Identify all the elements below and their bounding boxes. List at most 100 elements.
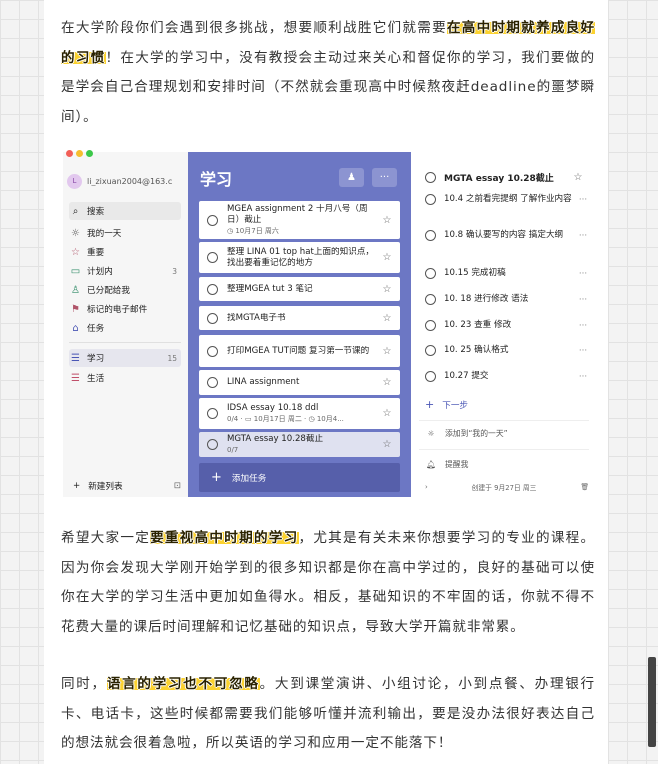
task-item[interactable]: IDSA essay 10.18 ddl 0/4 · ▭ 10月17日 周二 · … xyxy=(199,398,400,429)
task-item[interactable]: 整理MGEA tut 3 笔记 ☆ xyxy=(199,277,400,301)
checkbox-circle[interactable] xyxy=(425,371,436,382)
checkbox-circle[interactable] xyxy=(425,268,436,279)
sidebar-item-assigned[interactable]: ♙ 已分配给我 xyxy=(69,281,181,299)
checkbox-circle[interactable] xyxy=(425,320,436,331)
step-item[interactable]: 10. 18 进行修改 语法 ··· xyxy=(419,294,591,305)
star-icon[interactable]: ☆ xyxy=(380,252,394,263)
sun-icon: ☼ xyxy=(427,429,435,438)
more-icon[interactable]: ··· xyxy=(575,295,591,305)
checkbox-circle[interactable] xyxy=(425,194,436,205)
page-scrollbar[interactable] xyxy=(648,657,656,747)
new-list-button[interactable]: + 新建列表 ⊡ xyxy=(73,480,181,492)
more-icon[interactable]: ··· xyxy=(575,269,591,279)
home-icon: ⌂ xyxy=(72,322,79,334)
checkbox-circle[interactable] xyxy=(207,345,218,357)
divider xyxy=(419,449,589,450)
next-step-button[interactable]: + 下一步 xyxy=(425,398,468,411)
person-icon: ♙ xyxy=(71,284,80,296)
checkbox-circle[interactable] xyxy=(425,345,436,356)
sidebar-item-flagged[interactable]: ⚑ 标记的电子邮件 xyxy=(69,300,181,318)
checkbox-circle[interactable] xyxy=(207,252,218,263)
checkbox-circle[interactable] xyxy=(207,312,218,324)
share-icon[interactable]: ♟ xyxy=(339,168,364,187)
step-item[interactable]: 10.4 之前看完提纲 了解作业内容 ··· xyxy=(419,194,591,205)
more-icon[interactable]: ··· xyxy=(575,231,591,241)
step-item[interactable]: 10.8 确认要写的内容 搞定大纲 ··· xyxy=(419,230,591,241)
bell-icon: 🔔︎ xyxy=(426,460,436,469)
plus-icon: + xyxy=(73,481,81,491)
sun-icon: ☼ xyxy=(71,227,80,239)
search-box[interactable]: ⌕ 搜索 xyxy=(69,202,181,220)
task-item[interactable]: 打印MGEA TUT问题 复习第一节课的 ☆ xyxy=(199,335,400,367)
window-controls[interactable] xyxy=(66,150,96,160)
more-icon[interactable]: ··· xyxy=(372,168,397,187)
highlight-2: 要重视高中时期的学习 xyxy=(150,530,299,546)
star-icon[interactable]: ☆ xyxy=(380,377,394,388)
add-task-button[interactable]: + 添加任务 xyxy=(199,463,400,492)
sidebar-list-life[interactable]: ☰ 生活 xyxy=(69,369,181,387)
sidebar-item-important[interactable]: ☆ 重要 xyxy=(69,243,181,261)
checkbox-circle[interactable] xyxy=(425,172,436,183)
checkbox-circle[interactable] xyxy=(207,377,218,388)
star-icon[interactable]: ☆ xyxy=(380,313,394,324)
close-dot[interactable] xyxy=(66,150,73,157)
checkbox-circle[interactable] xyxy=(207,214,218,226)
divider xyxy=(419,420,589,421)
checkbox-circle[interactable] xyxy=(425,230,436,241)
more-icon[interactable]: ··· xyxy=(575,346,591,356)
account-name: li_zixuan2004@163.c xyxy=(87,176,173,186)
more-icon[interactable]: ··· xyxy=(575,321,591,331)
remind-me-button[interactable]: 🔔︎ 提醒我 xyxy=(425,459,468,470)
divider xyxy=(69,342,181,343)
detail-footer: › 创建于 9月27日 周三 🗑︎ xyxy=(425,483,589,492)
detail-title[interactable]: MGTA essay 10.28截止 ☆ xyxy=(419,171,591,184)
checkbox-circle[interactable] xyxy=(207,408,218,419)
new-group-icon[interactable]: ⊡ xyxy=(174,481,181,491)
task-item[interactable]: LINA assignment ☆ xyxy=(199,370,400,395)
calendar-icon: ▭ xyxy=(70,265,81,277)
step-item[interactable]: 10.15 完成初稿 ··· xyxy=(419,268,591,279)
task-item[interactable]: 整理 LINA 01 top hat上面的知识点，找出要着重记忆的地方 ☆ xyxy=(199,242,400,273)
flag-icon: ⚑ xyxy=(71,303,80,315)
list-icon: ☰ xyxy=(71,372,80,384)
list-title: 学习 xyxy=(200,170,233,189)
task-item[interactable]: 找MGTA电子书 ☆ xyxy=(199,306,400,330)
list-icon: ☰ xyxy=(71,352,80,364)
checkbox-circle[interactable] xyxy=(425,294,436,305)
maximize-dot[interactable] xyxy=(86,150,93,157)
star-icon: ☆ xyxy=(71,246,80,258)
add-to-my-day-button[interactable]: ☼ 添加到“我的一天” xyxy=(425,428,508,439)
search-icon: ⌕ xyxy=(72,205,79,217)
sidebar-item-planned[interactable]: ▭ 计划内 3 xyxy=(69,262,181,280)
star-icon[interactable]: ☆ xyxy=(380,215,394,226)
task-item[interactable]: MGEA assignment 2 十月八号（周日）截止 ◷ 10月7日 周六 ☆ xyxy=(199,201,400,239)
star-icon[interactable]: ☆ xyxy=(380,284,394,295)
sidebar: L li_zixuan2004@163.c ⌕ 搜索 ☼ 我的一天 ☆ 重要 ▭ 计划内… xyxy=(63,150,188,497)
todo-app-screenshot: L li_zixuan2004@163.c ⌕ 搜索 ☼ 我的一天 ☆ 重要 ▭ 计划内… xyxy=(63,150,596,497)
sidebar-item-my-day[interactable]: ☼ 我的一天 xyxy=(69,224,181,242)
checkbox-circle[interactable] xyxy=(207,283,218,295)
star-icon[interactable]: ☆ xyxy=(380,439,394,450)
paragraph-2: 希望大家一定要重视高中时期的学习，尤其是有关未来你想要学习的专业的课程。因为你会… xyxy=(61,530,596,635)
account[interactable]: L li_zixuan2004@163.c xyxy=(67,172,187,190)
minimize-dot[interactable] xyxy=(76,150,83,157)
trash-icon[interactable]: 🗑︎ xyxy=(580,483,589,491)
paragraph-1: 在大学阶段你们会遇到很多挑战，想要顺利战胜它们就需要在高中时期就养成良好的习惯！… xyxy=(61,20,596,125)
task-detail-panel: MGTA essay 10.28截止 ☆ 10.4 之前看完提纲 了解作业内容 ··… xyxy=(411,152,596,497)
sidebar-list-study[interactable]: ☰ 学习 15 xyxy=(69,349,181,367)
paragraph-3: 同时，语言的学习也不可忽略。大到课堂演讲、小组讨论，小到点餐、办理银行卡、电话卡… xyxy=(61,676,595,751)
plus-icon: + xyxy=(425,398,435,411)
more-icon[interactable]: ··· xyxy=(575,195,591,205)
step-item[interactable]: 10.27 提交 ··· xyxy=(419,371,591,382)
star-icon[interactable]: ☆ xyxy=(380,408,394,419)
task-item-selected[interactable]: MGTA essay 10.28截止 0/7 ☆ xyxy=(199,432,400,457)
star-icon[interactable]: ☆ xyxy=(571,172,585,183)
more-icon[interactable]: ··· xyxy=(575,372,591,382)
step-item[interactable]: 10. 23 查重 修改 ··· xyxy=(419,320,591,331)
step-item[interactable]: 10. 25 确认格式 ··· xyxy=(419,345,591,356)
checkbox-circle[interactable] xyxy=(207,439,218,450)
task-list-panel: 学习 ♟ ··· MGEA assignment 2 十月八号（周日）截止 ◷ 1… xyxy=(188,152,411,497)
star-icon[interactable]: ☆ xyxy=(380,346,394,357)
avatar: L xyxy=(67,173,82,189)
sidebar-item-tasks[interactable]: ⌂ 任务 xyxy=(69,319,181,337)
